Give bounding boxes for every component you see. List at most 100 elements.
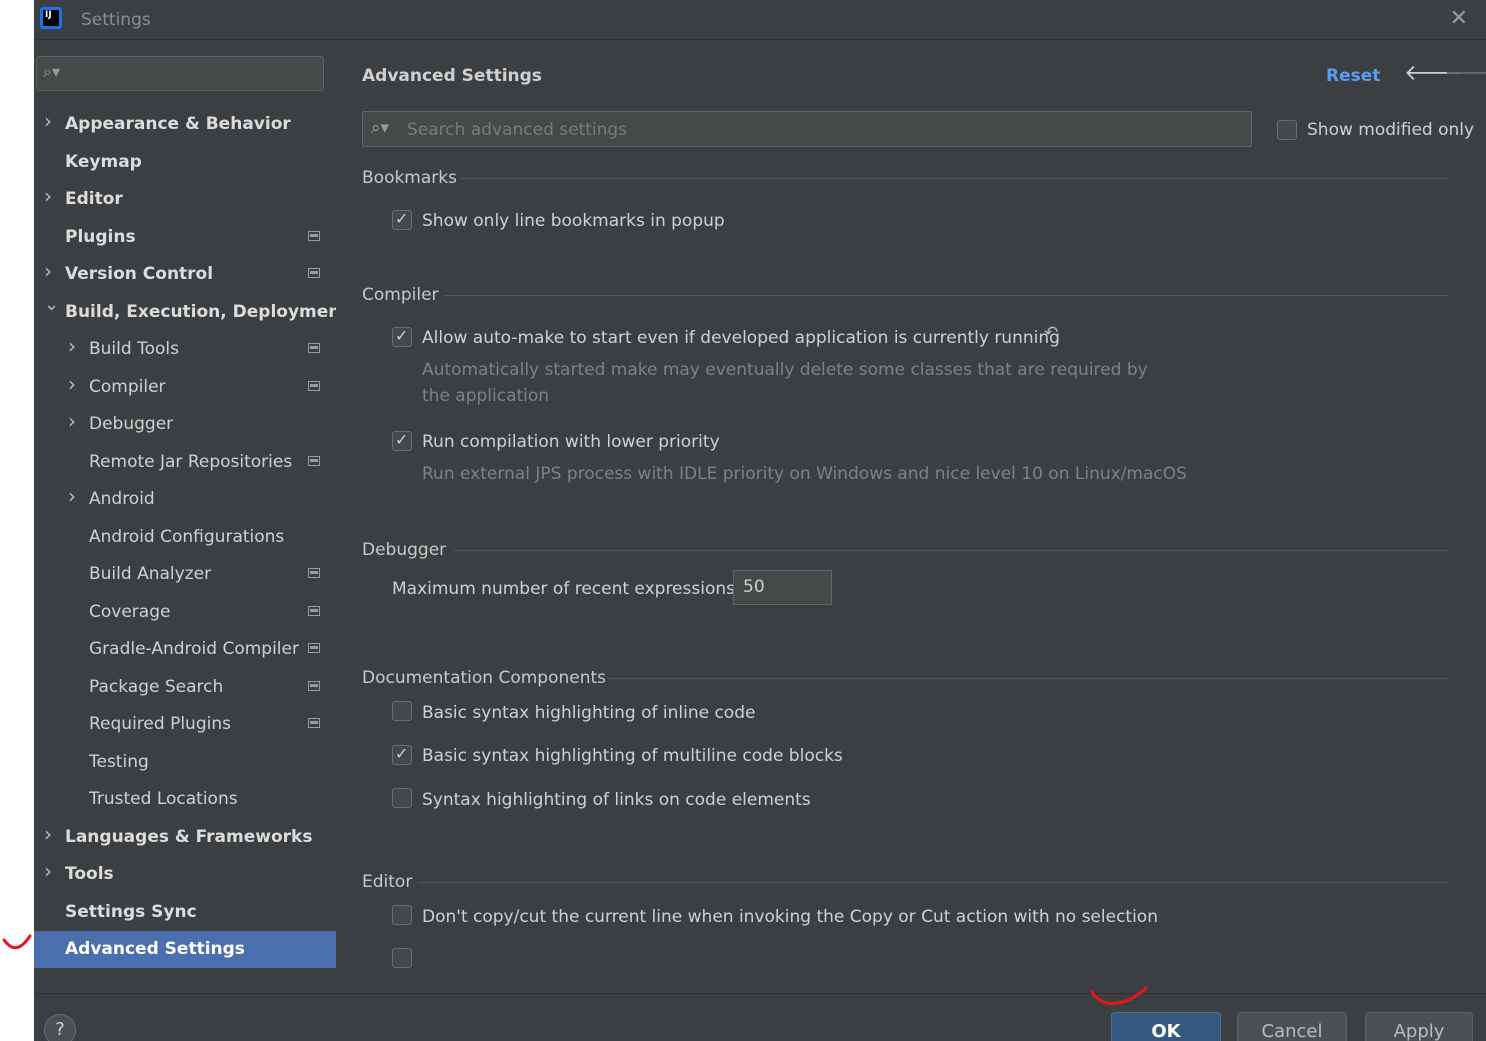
sidebar-item-appearance-behavior[interactable]: › Appearance & Behavior: [34, 106, 336, 143]
settings-window: Settings ✕ ⌕▾ › Appearance & Behavior Keym…: [34, 0, 1486, 1041]
intellij-icon: [40, 7, 62, 29]
divider: [608, 678, 1448, 679]
project-level-icon: [308, 718, 320, 728]
arrow-right-icon[interactable]: 🡒: [1444, 60, 1486, 86]
sidebar-item-label: Trusted Locations: [89, 789, 238, 809]
sidebar-item-build-tools[interactable]: › Build Tools: [34, 331, 336, 368]
sidebar-item-label: Appearance & Behavior: [65, 114, 291, 134]
section-header: Documentation Components: [362, 668, 607, 688]
multiline-code-highlight-checkbox[interactable]: [392, 744, 412, 765]
sidebar-item-label: Plugins: [65, 227, 136, 247]
section-header: Bookmarks: [362, 168, 457, 188]
max-expressions-value: 50: [743, 577, 765, 597]
chevron-right-icon[interactable]: ›: [68, 372, 76, 396]
option-label: Don't copy/cut the current line when inv…: [422, 907, 1158, 927]
option-label: Run compilation with lower priority: [422, 432, 720, 452]
chevron-right-icon[interactable]: ›: [44, 859, 52, 883]
option-label: Basic syntax highlighting of multiline c…: [422, 746, 843, 766]
sidebar-item-keymap[interactable]: Keymap: [34, 144, 336, 181]
sidebar-item-editor[interactable]: › Editor: [34, 181, 336, 218]
sidebar-item-languages-frameworks[interactable]: › Languages & Frameworks: [34, 819, 336, 856]
help-icon[interactable]: ?: [44, 1014, 76, 1041]
sidebar-item-debugger[interactable]: › Debugger: [34, 406, 336, 443]
page-title: Advanced Settings: [362, 66, 542, 86]
sidebar-item-version-control[interactable]: › Version Control: [34, 256, 336, 293]
sidebar-item-gradle-android-compiler[interactable]: Gradle-Android Compiler: [34, 631, 336, 668]
sidebar-item-label: Android: [89, 489, 155, 509]
sidebar-item-android-configurations[interactable]: Android Configurations: [34, 519, 336, 556]
sidebar-item-label: Tools: [65, 864, 114, 884]
sidebar-item-label: Required Plugins: [89, 714, 231, 734]
chevron-right-icon[interactable]: ›: [68, 409, 76, 433]
show-modified-checkbox[interactable]: [1277, 120, 1297, 140]
option-description: Automatically started make may eventuall…: [422, 360, 1148, 406]
annotation-mark-ok: [1090, 986, 1148, 1005]
sidebar-item-remote-jar-repositories[interactable]: Remote Jar Repositories: [34, 444, 336, 481]
undo-icon[interactable]: ↶: [1044, 323, 1058, 343]
sidebar-item-label: Version Control: [65, 264, 214, 284]
sidebar-item-advanced-settings[interactable]: Advanced Settings: [34, 931, 336, 968]
lower-priority-checkbox[interactable]: [392, 430, 412, 451]
chevron-right-icon[interactable]: ›: [44, 109, 52, 133]
section-header: Editor: [362, 872, 413, 892]
apply-button[interactable]: Apply: [1365, 1012, 1473, 1041]
sidebar-item-package-search[interactable]: Package Search: [34, 669, 336, 706]
sidebar-item-tools[interactable]: › Tools: [34, 856, 336, 893]
divider: [444, 295, 1448, 296]
sidebar-item-testing[interactable]: Testing: [34, 744, 336, 781]
sidebar-item-coverage[interactable]: Coverage: [34, 594, 336, 631]
dialog-footer: ? OK Cancel Apply: [34, 993, 1486, 1041]
chevron-right-icon[interactable]: ›: [68, 334, 76, 358]
sidebar: ⌕▾ › Appearance & Behavior Keymap › Editor Pl…: [34, 40, 349, 993]
settings-content: Bookmarks Show only line bookmarks in po…: [362, 168, 1448, 968]
inline-code-highlight-checkbox[interactable]: [392, 701, 412, 721]
sidebar-item-build-analyzer[interactable]: Build Analyzer: [34, 556, 336, 593]
advanced-search-field[interactable]: ⌕▾: [362, 111, 1252, 147]
chevron-down-icon[interactable]: ⌄: [44, 294, 59, 315]
option-label: Show only line bookmarks in popup: [422, 211, 725, 231]
sidebar-item-android[interactable]: › Android: [34, 481, 336, 518]
option-label: Basic syntax highlighting of inline code: [422, 703, 756, 723]
option-description: Run external JPS process with IDLE prior…: [422, 464, 1187, 484]
sidebar-item-label: Settings Sync: [65, 902, 197, 922]
sidebar-item-plugins[interactable]: Plugins: [34, 219, 336, 256]
sidebar-item-label: Build Tools: [89, 339, 179, 359]
copy-cut-line-checkbox[interactable]: [392, 905, 412, 925]
auto-make-checkbox[interactable]: [392, 326, 412, 347]
sidebar-item-compiler[interactable]: › Compiler: [34, 369, 336, 406]
max-expressions-input[interactable]: 50: [733, 570, 832, 605]
sidebar-item-build-execution-deployment[interactable]: ⌄ Build, Execution, Deployment: [34, 294, 349, 331]
project-level-icon: [308, 381, 320, 391]
max-expressions-label: Maximum number of recent expressions:: [392, 579, 741, 599]
sidebar-search-input[interactable]: ⌕▾: [36, 56, 324, 91]
divider: [454, 550, 1448, 551]
sidebar-item-settings-sync[interactable]: Settings Sync: [34, 894, 336, 931]
reset-link[interactable]: Reset: [1326, 66, 1380, 86]
cancel-button[interactable]: Cancel: [1237, 1012, 1347, 1041]
next-option-checkbox[interactable]: [392, 948, 412, 968]
close-icon[interactable]: ✕: [1450, 6, 1468, 31]
links-highlight-checkbox[interactable]: [392, 788, 412, 808]
option-label: Allow auto-make to start even if develop…: [422, 328, 1060, 348]
sidebar-item-label: Gradle-Android Compiler: [89, 639, 299, 659]
divider: [460, 178, 1448, 179]
sidebar-item-label: Build Analyzer: [89, 564, 212, 584]
chevron-right-icon[interactable]: ›: [44, 259, 52, 283]
project-level-icon: [308, 568, 320, 578]
option-label: Syntax highlighting of links on code ele…: [422, 790, 811, 810]
bookmarks-line-only-checkbox[interactable]: [392, 209, 412, 230]
sidebar-item-required-plugins[interactable]: Required Plugins: [34, 706, 336, 743]
chevron-right-icon[interactable]: ›: [44, 822, 52, 846]
chevron-right-icon[interactable]: ›: [68, 484, 76, 508]
sidebar-item-trusted-locations[interactable]: Trusted Locations: [34, 781, 336, 818]
advanced-search-input[interactable]: [405, 118, 1239, 142]
sidebar-item-label: Editor: [65, 189, 123, 209]
project-level-icon: [308, 643, 320, 653]
search-icon: ⌕▾: [43, 62, 60, 81]
chevron-right-icon[interactable]: ›: [44, 184, 52, 208]
sidebar-item-label: Android Configurations: [89, 527, 285, 547]
sidebar-item-label: Languages & Frameworks: [65, 827, 313, 847]
title-bar: Settings ✕: [34, 0, 1486, 40]
ok-button[interactable]: OK: [1111, 1012, 1221, 1041]
search-icon: ⌕▾: [371, 118, 390, 138]
